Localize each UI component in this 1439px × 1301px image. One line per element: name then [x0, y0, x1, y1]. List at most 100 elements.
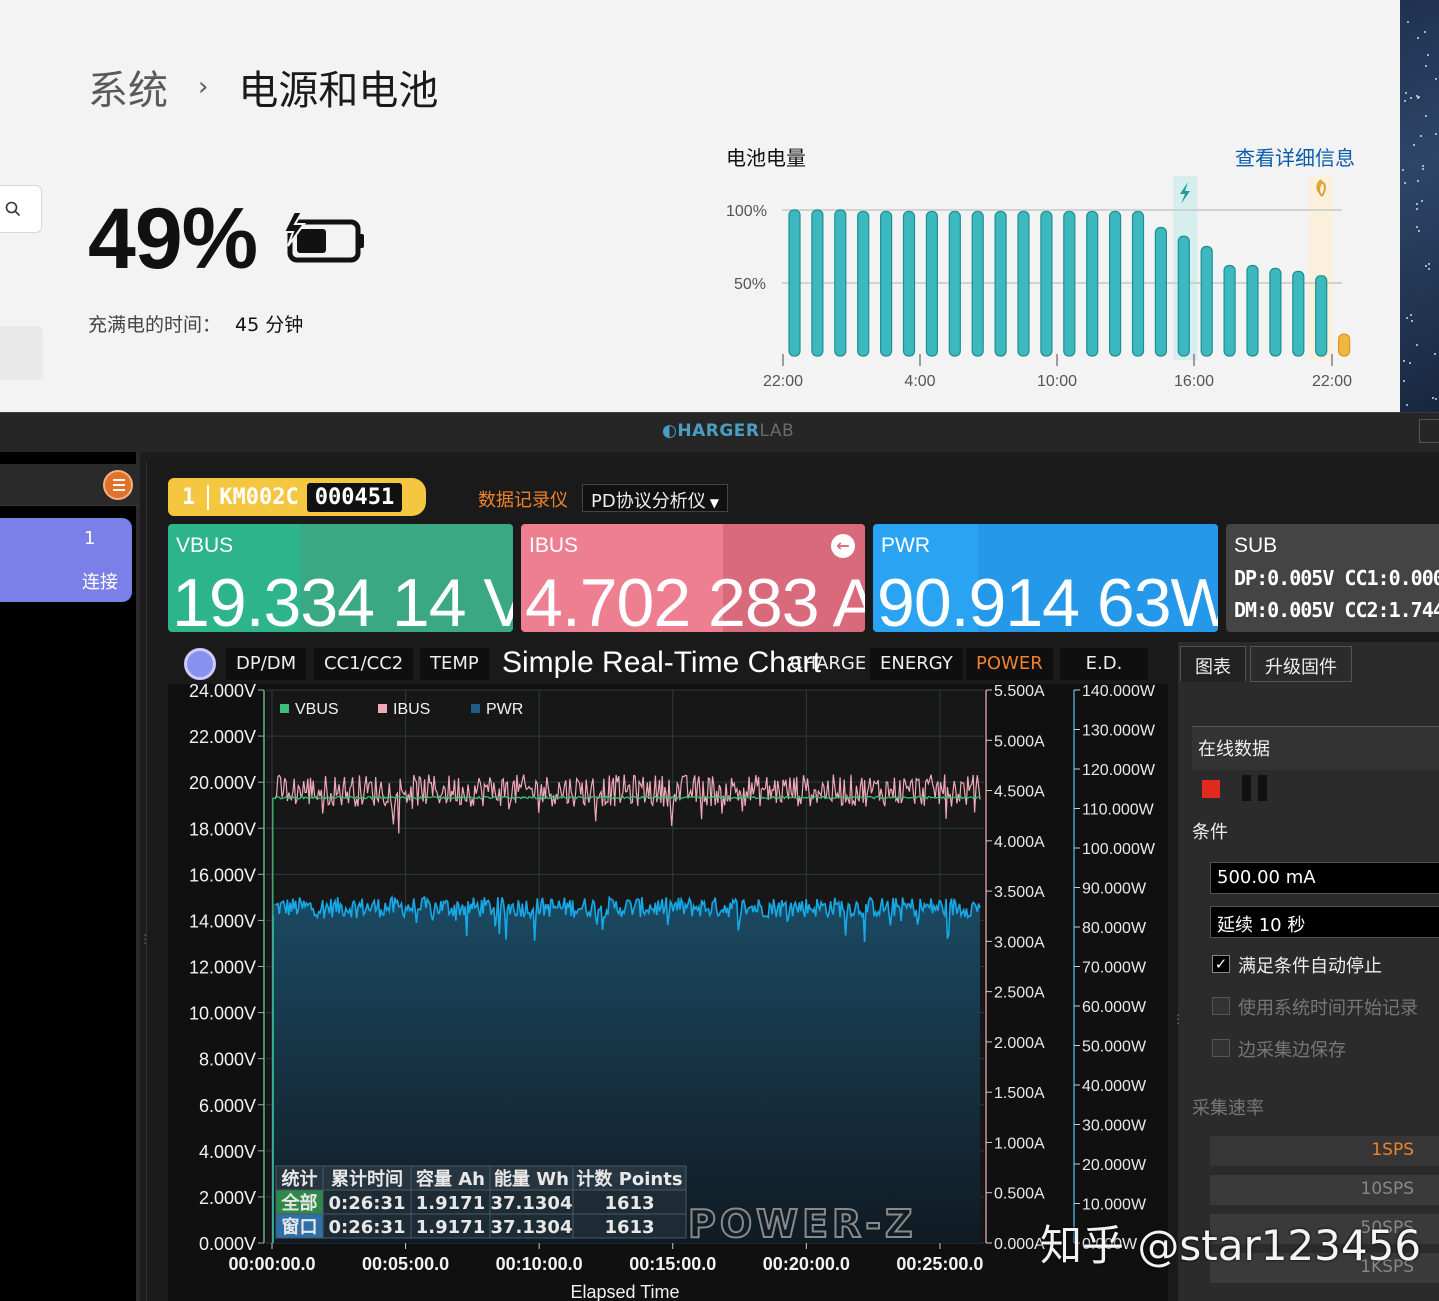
app-logo: ◐HARGERLAB: [662, 421, 794, 441]
list-icon[interactable]: [103, 470, 133, 500]
legend-swatch: [378, 704, 387, 713]
tab-energy[interactable]: ENERGY: [870, 648, 963, 680]
current-tick-label: 5.000A: [994, 733, 1045, 750]
voltage-tick-label: 12.000V: [189, 958, 256, 978]
power-tick-label: 130.000W: [1082, 723, 1156, 740]
brand-suffix: LAB: [759, 421, 795, 441]
tab-cc1-cc2[interactable]: CC1/CC2: [314, 648, 414, 680]
settings-window: 系统 › 电源和电池 49% 充满电的时间： 45 分钟 电池电量 查看详细信息 …: [0, 0, 1400, 412]
desktop-wallpaper: [1400, 0, 1439, 412]
battery-bar: [1315, 275, 1328, 357]
current-tick-label: 2.500A: [994, 985, 1045, 1002]
window-button[interactable]: [1419, 419, 1439, 443]
search-box[interactable]: [0, 185, 42, 233]
chart-icon[interactable]: [184, 648, 216, 680]
battery-bar: [857, 210, 870, 357]
ibus-meter: IBUS ← 4.702 283 A: [521, 524, 865, 632]
x-tick-label: 00:05:00.0: [362, 1254, 449, 1274]
sub-line-2: DM:0.005V CC2:1.744V: [1234, 598, 1439, 622]
watermark: 知乎 @star123456: [1040, 1221, 1422, 1270]
power-tick-label: 140.000W: [1082, 684, 1156, 700]
current-tick-label: 4.000A: [994, 834, 1045, 851]
current-tick-label: 3.000A: [994, 934, 1045, 951]
device-panel: 1 连接: [0, 452, 140, 1301]
x-tick-label: 22:00: [1312, 373, 1352, 390]
real-time-chart[interactable]: 24.000V 22.000V 20.000V 18.000V 16.000V 14.00…: [168, 684, 1168, 1301]
power-tick-label: 40.000W: [1082, 1078, 1147, 1095]
y-tick-50: 50%: [734, 276, 766, 293]
stats-header: 累计时间: [331, 1168, 403, 1190]
x-tick-label: 00:25:00.0: [896, 1254, 983, 1274]
battery-bar: [1040, 210, 1053, 357]
save-while-collect-label: 边采集边保存: [1238, 1040, 1346, 1061]
device-badge-number: 1: [168, 484, 210, 510]
power-tick-label: 90.000W: [1082, 881, 1147, 898]
breadcrumb: 系统 › 电源和电池: [88, 58, 438, 116]
tab-firmware-upgrade[interactable]: 升级固件: [1250, 646, 1352, 682]
battery-bar: [1337, 333, 1351, 357]
battery-bar: [1177, 235, 1190, 357]
condition-current-input[interactable]: 500.00 mA: [1210, 862, 1439, 894]
battery-bar: [971, 210, 984, 357]
x-tick-label: 00:00:00.0: [228, 1254, 315, 1274]
stats-value: 窗口: [282, 1216, 318, 1238]
breadcrumb-system[interactable]: 系统: [88, 58, 168, 116]
vbus-meter: VBUS 19.334 14 V: [168, 524, 513, 632]
dropdown-arrow-icon: ▼: [709, 496, 719, 510]
power-tick-label: 120.000W: [1082, 762, 1156, 779]
tab-temp[interactable]: TEMP: [420, 648, 489, 680]
ibus-value: 4.702 283 A: [525, 565, 865, 632]
rate-1sps-button[interactable]: 1SPS: [1210, 1136, 1439, 1166]
battery-bar: [1063, 210, 1076, 357]
voltage-tick-label: 18.000V: [189, 819, 256, 839]
x-tick-label: 22:00: [763, 373, 803, 390]
battery-bar: [1131, 210, 1145, 357]
stats-header: 能量 Wh: [494, 1168, 569, 1190]
stop-record-button[interactable]: [1202, 780, 1220, 798]
direction-arrow-icon[interactable]: ←: [831, 534, 855, 558]
current-tick-label: 2.000A: [994, 1035, 1045, 1052]
tab-dp-dm[interactable]: DP/DM: [226, 648, 307, 680]
auto-stop-checkbox[interactable]: ✓: [1212, 955, 1230, 973]
tab-ed[interactable]: E.D.: [1060, 648, 1148, 680]
condition-duration-input[interactable]: 延续 10 秒: [1210, 906, 1439, 938]
pwr-value: 90.914 63W: [877, 565, 1218, 632]
sub-meter: SUB DP:0.005V CC1:0.000V DM:0.005V CC2:1…: [1226, 524, 1439, 632]
brand-c-icon: ◐: [662, 421, 678, 441]
app-titlebar: ◐HARGERLAB: [0, 412, 1439, 452]
legend-swatch: [471, 704, 480, 713]
tab-power[interactable]: POWER: [966, 648, 1053, 680]
system-time-checkbox[interactable]: [1212, 997, 1230, 1015]
x-tick-label: 00:10:00.0: [496, 1254, 583, 1274]
voltage-tick-label: 0.000V: [199, 1234, 256, 1254]
view-details-link[interactable]: 查看详细信息: [1235, 142, 1355, 171]
save-while-collect-checkbox[interactable]: [1212, 1039, 1230, 1057]
power-tick-label: 80.000W: [1082, 920, 1147, 937]
tab-chart[interactable]: 图表: [1180, 646, 1246, 682]
power-tick-label: 20.000W: [1082, 1157, 1147, 1174]
voltage-tick-label: 16.000V: [189, 865, 256, 885]
right-splitter[interactable]: ⋮: [1172, 1012, 1184, 1026]
pwr-meter: PWR 90.914 63W: [873, 524, 1218, 632]
online-data-section[interactable]: 在线数据: [1192, 726, 1439, 770]
battery-history-title: 电池电量: [726, 146, 806, 170]
voltage-tick-label: 4.000V: [199, 1142, 256, 1162]
battery-bar: [1269, 267, 1282, 357]
power-tick-label: 100.000W: [1082, 841, 1156, 858]
stats-value: 37.1304: [491, 1193, 573, 1214]
battery-usage-chart: 100% 50% 22:00 4:00 10:00 16:00 22:00: [726, 176, 1352, 390]
power-tick-label: 60.000W: [1082, 999, 1147, 1016]
sample-rate-label: 采集速率: [1192, 1098, 1264, 1119]
legend-label: IBUS: [393, 701, 430, 718]
mode-pd-analyzer[interactable]: PD协议分析仪 ▼: [582, 484, 728, 512]
mode-data-logger[interactable]: 数据记录仪: [470, 484, 576, 512]
sub-label: SUB: [1234, 534, 1278, 557]
pause-record-button[interactable]: [1242, 775, 1270, 801]
x-tick-label: 10:00: [1037, 373, 1077, 390]
battery-bar: [788, 209, 801, 357]
battery-bar: [1246, 264, 1259, 357]
device-card[interactable]: 1 连接: [0, 518, 132, 602]
power-tick-label: 70.000W: [1082, 960, 1147, 977]
rate-10sps-button[interactable]: 10SPS: [1210, 1175, 1439, 1205]
sidebar-selected-item[interactable]: [0, 326, 43, 380]
